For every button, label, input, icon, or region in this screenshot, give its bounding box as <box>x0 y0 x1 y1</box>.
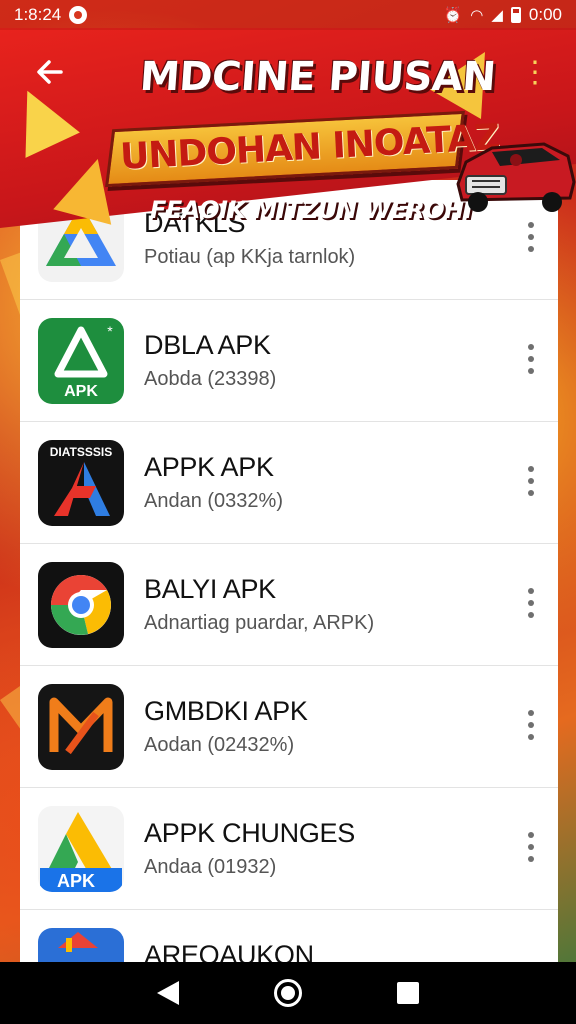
promo-banner: ⋮ MDCINE PIUSAN UNDOHAN INOATAZ FEAOIK M… <box>0 28 576 228</box>
app-name: BALYI APK <box>144 574 276 604</box>
icon-label: APK <box>57 871 95 891</box>
more-vert-icon[interactable] <box>524 344 538 374</box>
svg-text:APK: APK <box>64 383 98 400</box>
list-item[interactable]: APK * DBLA APK Aobda (23398) <box>20 300 558 422</box>
app-subtitle: Adnartiag puardar, ARPK) <box>144 612 375 634</box>
more-vert-icon[interactable] <box>524 588 538 618</box>
list-item[interactable]: APK APPK CHUNGES Andaa (01932) <box>20 788 558 910</box>
more-vert-icon[interactable] <box>524 832 538 862</box>
more-vert-icon[interactable] <box>524 710 538 740</box>
list-item[interactable]: AREOAUKON <box>20 910 558 970</box>
arrow-a-dark-icon: DIATSSSIS <box>38 440 124 526</box>
car-illustration-icon <box>456 142 576 212</box>
more-vert-icon[interactable] <box>524 466 538 496</box>
app-subtitle: Aobda (23398) <box>144 368 277 390</box>
app-subtitle: Potiau (ap KKja tarnlok) <box>144 246 356 268</box>
signal-icon: ◢ <box>491 6 503 24</box>
app-name: APPK APK <box>144 452 274 482</box>
notification-icon <box>69 6 88 24</box>
status-time: 1:8:24 <box>14 5 62 24</box>
app-subtitle: Andan (0332%) <box>144 490 283 512</box>
app-name: DBLA APK <box>144 330 271 360</box>
apk-green-icon: APK * <box>38 318 124 404</box>
alarm-icon: ⏰ <box>443 6 463 24</box>
arrow-left-icon <box>37 60 63 84</box>
nav-recents-icon[interactable] <box>396 982 419 1004</box>
list-item[interactable]: DIATSSSIS APPK APK Andan (0332%) <box>20 422 558 544</box>
status-bar: 1:8:24 ⏰ ◠ ◢ 0:00 <box>0 0 576 30</box>
nav-back-icon[interactable] <box>157 981 180 1005</box>
battery-icon <box>510 7 521 23</box>
wifi-icon: ◠ <box>470 6 484 24</box>
chrome-style-icon <box>38 562 124 648</box>
icon-label: DIATSSSIS <box>50 445 112 459</box>
app-subtitle: Aodan (02432%) <box>144 734 295 756</box>
banner-title: MDCINE PIUSAN <box>138 54 498 100</box>
apk-drive-icon: APK <box>38 806 124 892</box>
app-name: APPK CHUNGES <box>144 818 355 848</box>
list-item[interactable]: BALYI APK Adnartiag puardar, ARPK) <box>20 544 558 666</box>
system-nav-bar <box>0 962 576 1024</box>
app-list: DATKLS Potiau (ap KKja tarnlok) APK * DB… <box>20 180 558 970</box>
back-button[interactable] <box>28 52 72 96</box>
banner-subtitle: FEAOIK MITZUN WEROHI <box>150 196 473 224</box>
orange-m-icon <box>38 684 124 770</box>
overflow-menu-button[interactable]: ⋮ <box>520 58 550 88</box>
nav-home-icon[interactable] <box>273 979 302 1007</box>
svg-text:*: * <box>107 323 113 339</box>
status-right-time: 0:00 <box>528 5 562 24</box>
app-subtitle: Andaa (01932) <box>144 856 277 878</box>
app-name: GMBDKI APK <box>144 696 308 726</box>
list-item[interactable]: GMBDKI APK Aodan (02432%) <box>20 666 558 788</box>
